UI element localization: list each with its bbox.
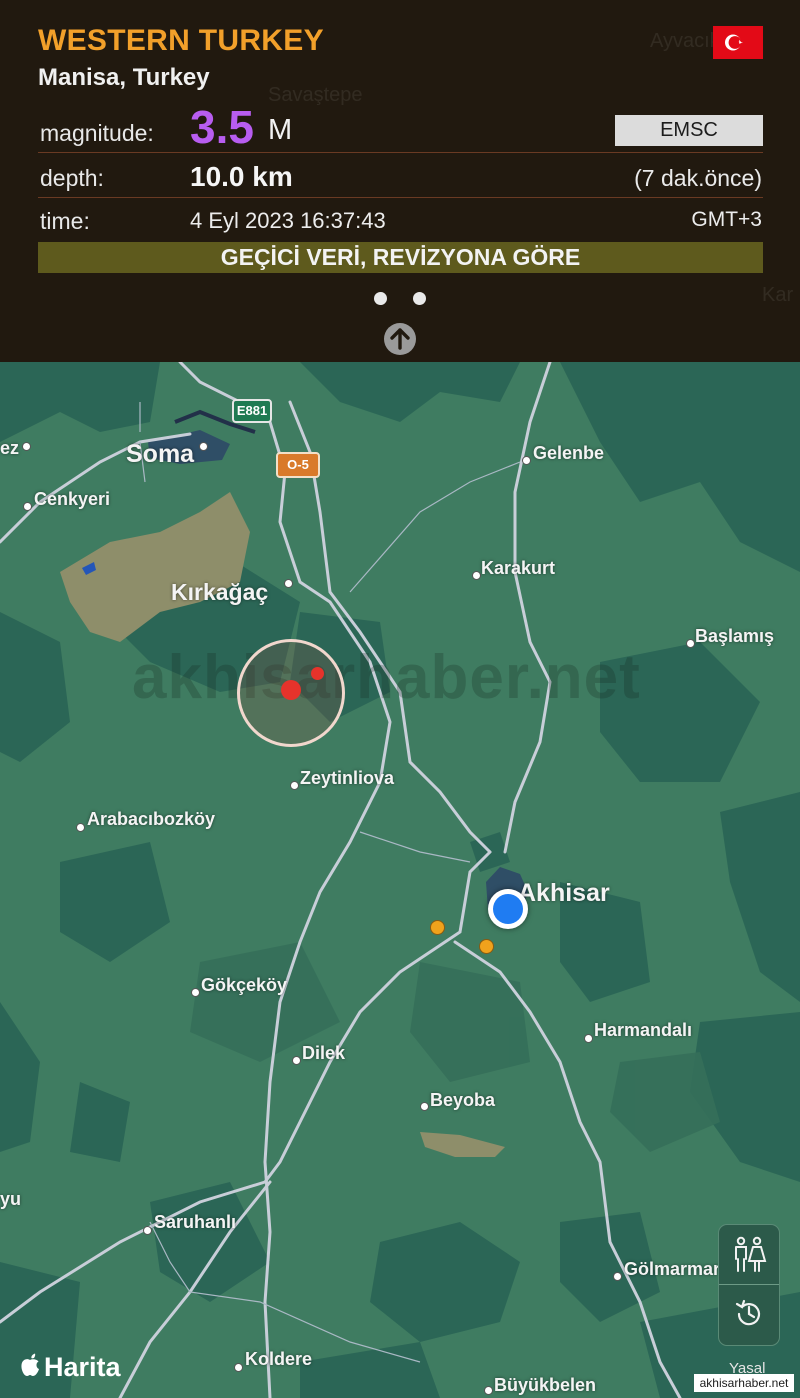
source-button[interactable]: EMSC — [615, 115, 763, 146]
time-value: 4 Eyl 2023 16:37:43 — [190, 208, 386, 233]
town-dot — [484, 1386, 493, 1395]
town-dot — [76, 823, 85, 832]
earthquake-marker[interactable] — [311, 667, 324, 680]
town-label[interactable]: Gökçeköy — [201, 975, 287, 996]
town-label[interactable]: Büyükbelen — [494, 1375, 596, 1396]
place-name: Manisa, Turkey — [38, 64, 210, 91]
road-badge-o5: O-5 — [276, 452, 320, 478]
town-dot — [284, 579, 293, 588]
timezone: GMT+3 — [691, 208, 762, 231]
turkey-flag-icon — [713, 26, 763, 59]
town-label[interactable]: Akhisar — [518, 879, 610, 908]
history-icon[interactable] — [733, 1298, 765, 1335]
arrow-up-icon — [390, 328, 410, 350]
earthquake-marker-minor[interactable] — [479, 939, 494, 954]
earthquake-marker-minor[interactable] — [430, 920, 445, 935]
provisional-data-banner: GEÇİCİ VERİ, REVİZYONA GÖRE — [38, 242, 763, 273]
map-controls — [718, 1224, 780, 1346]
town-label[interactable]: Beyoba — [430, 1090, 495, 1111]
town-dot — [613, 1272, 622, 1281]
town-label[interactable]: Karakurt — [481, 558, 555, 579]
earthquake-marker[interactable] — [281, 680, 301, 700]
town-dot — [686, 639, 695, 648]
user-location-icon[interactable] — [488, 889, 528, 929]
town-label[interactable]: Zeytinliova — [300, 768, 394, 789]
page-dot[interactable] — [374, 292, 387, 305]
time-ago: (7 dak.önce) — [634, 165, 762, 191]
town-label[interactable]: Soma — [126, 440, 194, 469]
town-dot — [199, 442, 208, 451]
earthquake-info-card: Ayvacık Savaştepe Kar WESTERN TURKEY Man… — [0, 0, 800, 362]
town-dot — [522, 456, 531, 465]
map-background-label: Ayvacık — [650, 30, 720, 52]
town-label[interactable]: Gölmarmara — [624, 1259, 730, 1280]
divider — [38, 152, 763, 153]
town-label[interactable]: Kırkağaç — [171, 579, 268, 606]
maps-brand: Harita — [20, 1352, 121, 1384]
map-view[interactable]: E881 O-5 akhisarhaber.net ez Soma Cenkye… — [0, 362, 800, 1398]
town-dot — [23, 502, 32, 511]
town-label[interactable]: Gelenbe — [533, 443, 604, 464]
magnitude-label: magnitude: — [40, 120, 154, 146]
magnitude-value: 3.5 — [190, 101, 254, 153]
region-title: WESTERN TURKEY — [38, 24, 324, 57]
depth-value: 10.0 km — [190, 161, 293, 192]
people-icon[interactable] — [729, 1235, 769, 1280]
town-dot — [584, 1034, 593, 1043]
page-dot[interactable] — [413, 292, 426, 305]
town-dot — [292, 1056, 301, 1065]
town-label[interactable]: yu — [0, 1189, 21, 1210]
site-tag: akhisarhaber.net — [694, 1374, 794, 1392]
town-dot — [191, 988, 200, 997]
map-terrain — [0, 362, 800, 1398]
time-label: time: — [40, 208, 90, 234]
town-label[interactable]: Arabacıbozköy — [87, 809, 215, 830]
town-dot — [143, 1226, 152, 1235]
town-dot — [22, 442, 31, 451]
magnitude-unit: M — [268, 114, 293, 146]
town-dot — [420, 1102, 429, 1111]
brand-label: Harita — [44, 1352, 121, 1382]
town-label[interactable]: Koldere — [245, 1349, 312, 1370]
town-label[interactable]: Cenkyeri — [34, 489, 110, 510]
town-label[interactable]: Saruhanlı — [154, 1212, 236, 1233]
town-label[interactable]: ez — [0, 438, 19, 459]
town-label[interactable]: Dilek — [302, 1043, 345, 1064]
depth-label: depth: — [40, 165, 104, 191]
town-dot — [290, 781, 299, 790]
apple-logo-icon — [20, 1353, 40, 1384]
town-label[interactable]: Harmandalı — [594, 1020, 692, 1041]
collapse-up-button[interactable] — [384, 323, 416, 355]
map-background-label: Savaştepe — [268, 84, 363, 106]
divider — [719, 1284, 779, 1285]
town-label[interactable]: Başlamış — [695, 626, 774, 647]
town-dot — [472, 571, 481, 580]
page-indicator[interactable] — [0, 292, 800, 310]
divider — [38, 197, 763, 198]
town-dot — [234, 1363, 243, 1372]
watermark: akhisarhaber.net — [132, 643, 641, 712]
road-badge-e881: E881 — [232, 399, 272, 423]
